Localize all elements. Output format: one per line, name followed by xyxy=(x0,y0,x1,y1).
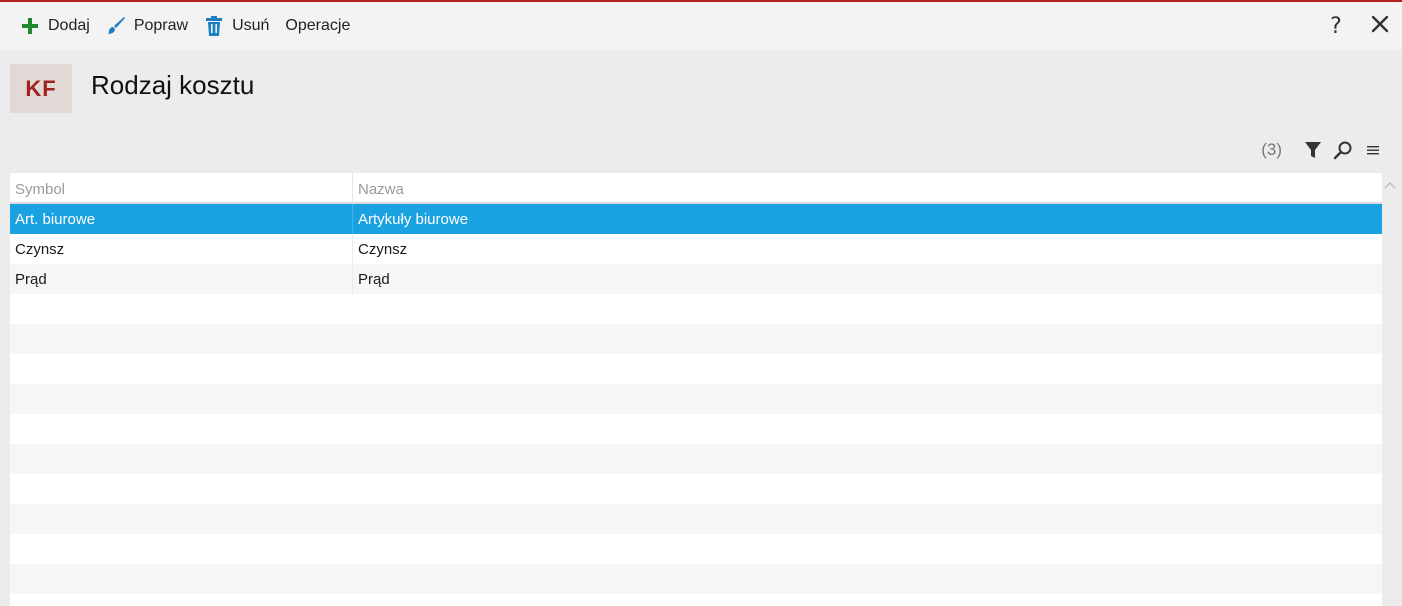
delete-button[interactable]: Usuń xyxy=(196,10,277,42)
operations-button-label: Operacje xyxy=(285,17,351,34)
edit-button-label: Popraw xyxy=(133,17,189,34)
grid-tools: (3) xyxy=(1261,137,1384,163)
empty-table-row xyxy=(10,384,1382,414)
empty-table-row xyxy=(10,354,1382,384)
plus-icon xyxy=(20,16,40,36)
table-body: Art. biurowe Artykuły biurowe Czynsz Czynsz… xyxy=(10,204,1382,606)
search-icon[interactable] xyxy=(1332,139,1354,161)
delete-button-label: Usuń xyxy=(232,17,270,34)
cell-symbol: Art. biurowe xyxy=(10,204,353,234)
trash-icon xyxy=(204,16,224,36)
column-header-name[interactable]: Nazwa xyxy=(353,173,1382,202)
empty-table-row xyxy=(10,474,1382,504)
empty-table-row xyxy=(10,594,1382,606)
cell-name: Artykuły biurowe xyxy=(358,210,469,228)
close-button[interactable] xyxy=(1358,2,1402,50)
cell-symbol: Czynsz xyxy=(10,234,353,264)
close-icon xyxy=(1371,15,1389,38)
table-header: Symbol Nazwa xyxy=(10,173,1382,204)
filter-icon[interactable] xyxy=(1302,139,1324,161)
empty-table-row xyxy=(10,504,1382,534)
help-button[interactable]: ? xyxy=(1314,2,1358,50)
toolbar: Dodaj Popraw Usuń Operacje ? xyxy=(0,2,1402,50)
table-row[interactable]: Prąd Prąd xyxy=(10,264,1382,294)
table-row[interactable]: Art. biurowe Artykuły biurowe xyxy=(10,204,1382,234)
empty-table-row xyxy=(10,414,1382,444)
empty-table-row xyxy=(10,444,1382,474)
empty-table-row xyxy=(10,534,1382,564)
module-badge: KF xyxy=(10,64,72,113)
table-row[interactable]: Czynsz Czynsz xyxy=(10,234,1382,264)
column-header-symbol[interactable]: Symbol xyxy=(10,173,353,202)
menu-icon[interactable] xyxy=(1362,139,1384,161)
add-button[interactable]: Dodaj xyxy=(12,10,98,42)
record-count: (3) xyxy=(1261,140,1282,159)
data-table: Symbol Nazwa Art. biurowe Artykuły biurow… xyxy=(10,173,1382,606)
operations-button[interactable]: Operacje xyxy=(277,10,358,42)
page-title: Rodzaj kosztu xyxy=(91,70,255,100)
brush-icon xyxy=(106,16,126,36)
cell-name: Czynsz xyxy=(358,240,408,258)
cell-symbol: Prąd xyxy=(10,264,353,294)
edit-button[interactable]: Popraw xyxy=(98,10,196,42)
add-button-label: Dodaj xyxy=(48,17,90,34)
scroll-up-arrow[interactable] xyxy=(1383,178,1397,192)
empty-table-row xyxy=(10,294,1382,324)
page-header: KF Rodzaj kosztu xyxy=(0,50,1402,130)
empty-table-row xyxy=(10,324,1382,354)
cell-name: Prąd xyxy=(358,270,390,288)
empty-table-row xyxy=(10,564,1382,594)
